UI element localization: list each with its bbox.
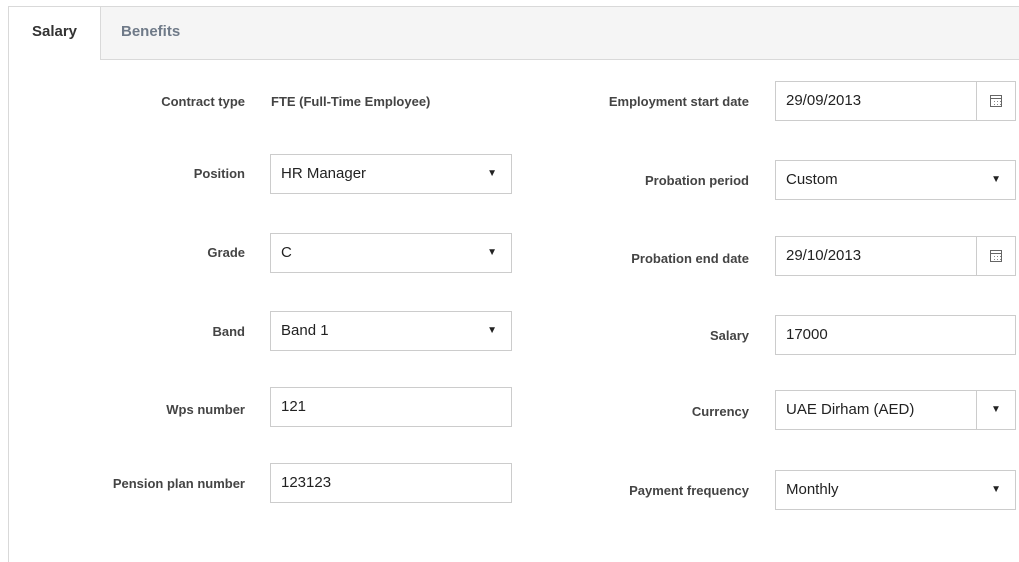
probation-end-date-value: 29/10/2013 — [786, 247, 862, 264]
wps-number-input[interactable]: 121 — [270, 387, 512, 427]
employment-start-date-value: 29/09/2013 — [786, 92, 862, 109]
wps-number-value: 121 — [281, 398, 307, 415]
grade-select-value: C — [281, 244, 292, 261]
probation-period-select[interactable]: Custom ▼ — [775, 160, 1016, 200]
payment-frequency-label: Payment frequency — [629, 483, 749, 498]
chevron-down-icon: ▼ — [487, 247, 497, 258]
probation-end-date-input[interactable]: 29/10/2013 — [775, 236, 1016, 276]
calendar-icon[interactable] — [976, 82, 1015, 120]
pension-plan-number-value: 123123 — [281, 474, 332, 491]
chevron-down-icon: ▼ — [991, 484, 1001, 495]
band-select-value: Band 1 — [281, 322, 329, 339]
tab-bar: Salary Benefits — [9, 7, 1019, 60]
probation-period-label: Probation period — [645, 173, 749, 188]
payment-frequency-value: Monthly — [786, 481, 839, 498]
calendar-icon[interactable] — [976, 237, 1015, 275]
salary-value: 17000 — [786, 326, 828, 343]
probation-end-date-label: Probation end date — [631, 251, 749, 266]
contract-type-label: Contract type — [161, 94, 245, 109]
probation-period-value: Custom — [786, 171, 838, 188]
grade-label: Grade — [207, 245, 245, 260]
position-label: Position — [193, 166, 245, 181]
band-select[interactable]: Band 1 ▼ — [270, 311, 512, 351]
position-select[interactable]: HR Manager ▼ — [270, 154, 512, 194]
salary-label: Salary — [709, 328, 749, 343]
tab-salary[interactable]: Salary — [9, 7, 101, 60]
contract-type-value: FTE (Full-Time Employee) — [271, 94, 431, 109]
grade-select[interactable]: C ▼ — [270, 233, 512, 273]
pension-plan-number-label: Pension plan number — [112, 476, 245, 491]
band-label: Band — [212, 324, 246, 339]
tab-benefits[interactable]: Benefits — [121, 7, 180, 59]
chevron-down-icon: ▼ — [487, 168, 497, 179]
chevron-down-icon[interactable]: ▼ — [976, 391, 1015, 429]
currency-select[interactable]: UAE Dirham (AED) ▼ — [775, 390, 1016, 430]
employment-start-date-input[interactable]: 29/09/2013 — [775, 81, 1016, 121]
chevron-down-icon: ▼ — [991, 174, 1001, 185]
wps-number-label: Wps number — [166, 402, 245, 417]
currency-label: Currency — [691, 404, 749, 419]
payment-frequency-select[interactable]: Monthly ▼ — [775, 470, 1016, 510]
pension-plan-number-input[interactable]: 123123 — [270, 463, 512, 503]
salary-input[interactable]: 17000 — [775, 315, 1016, 355]
currency-value: UAE Dirham (AED) — [786, 401, 915, 418]
employment-start-date-label: Employment start date — [608, 94, 749, 109]
chevron-down-icon: ▼ — [487, 325, 497, 336]
position-select-value: HR Manager — [281, 165, 367, 182]
